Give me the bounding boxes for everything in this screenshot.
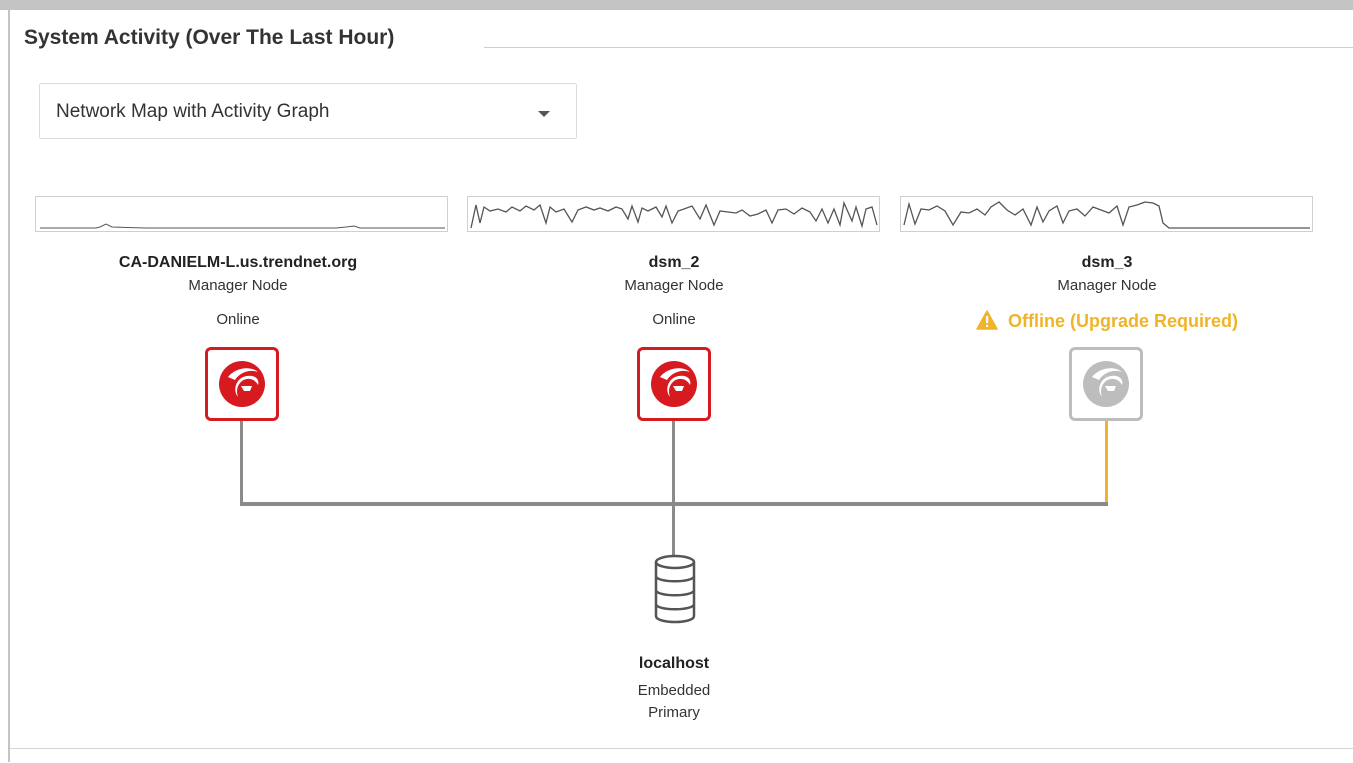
trend-micro-logo-icon <box>219 361 265 407</box>
activity-graph-node-1 <box>35 196 448 232</box>
node-name-3: dsm_3 <box>1081 254 1133 271</box>
node-status-1: Online <box>216 311 260 328</box>
trend-micro-logo-icon <box>651 361 697 407</box>
trend-micro-logo-icon <box>1083 361 1129 407</box>
node-name-2: dsm_2 <box>648 254 700 271</box>
activity-graph-node-3 <box>900 196 1313 232</box>
database-icon[interactable] <box>638 552 712 626</box>
sparkline-node-1 <box>40 223 445 229</box>
sparkline-node-3 <box>903 201 1310 229</box>
manager-node-3-icon[interactable] <box>1069 347 1143 421</box>
warning-icon <box>976 310 998 330</box>
activity-graph-node-2 <box>467 196 880 232</box>
sparkline-node-2 <box>470 200 878 229</box>
node-role-3: Manager Node <box>1057 277 1157 294</box>
node-role-1: Manager Node <box>188 277 288 294</box>
title-divider <box>484 47 1353 48</box>
node-status-2: Online <box>652 311 696 328</box>
link-line-node-2 <box>672 421 675 557</box>
panel-bottom-border <box>10 748 1353 749</box>
database-name: localhost <box>638 655 710 672</box>
node-name-1: CA-DANIELM-L.us.trendnet.org <box>118 254 358 271</box>
view-select-value: Network Map with Activity Graph <box>56 101 330 122</box>
view-select-dropdown[interactable]: Network Map with Activity Graph <box>39 83 577 139</box>
database-type: Embedded <box>637 682 711 699</box>
link-line-node-3 <box>1105 421 1108 506</box>
manager-node-1-icon[interactable] <box>205 347 279 421</box>
node-status-3-text: Offline (Upgrade Required) <box>1007 311 1238 331</box>
window-top-border <box>0 0 1353 10</box>
chevron-down-icon[interactable] <box>538 111 550 117</box>
node-status-3: Offline (Upgrade Required) <box>897 310 1317 332</box>
link-line-node-1 <box>240 421 243 506</box>
node-role-2: Manager Node <box>624 277 724 294</box>
database-role: Primary <box>648 704 700 721</box>
network-bus-line <box>240 502 1108 506</box>
manager-node-2-icon[interactable] <box>637 347 711 421</box>
window-left-border <box>8 10 10 762</box>
panel-title: System Activity (Over The Last Hour) <box>24 26 395 49</box>
